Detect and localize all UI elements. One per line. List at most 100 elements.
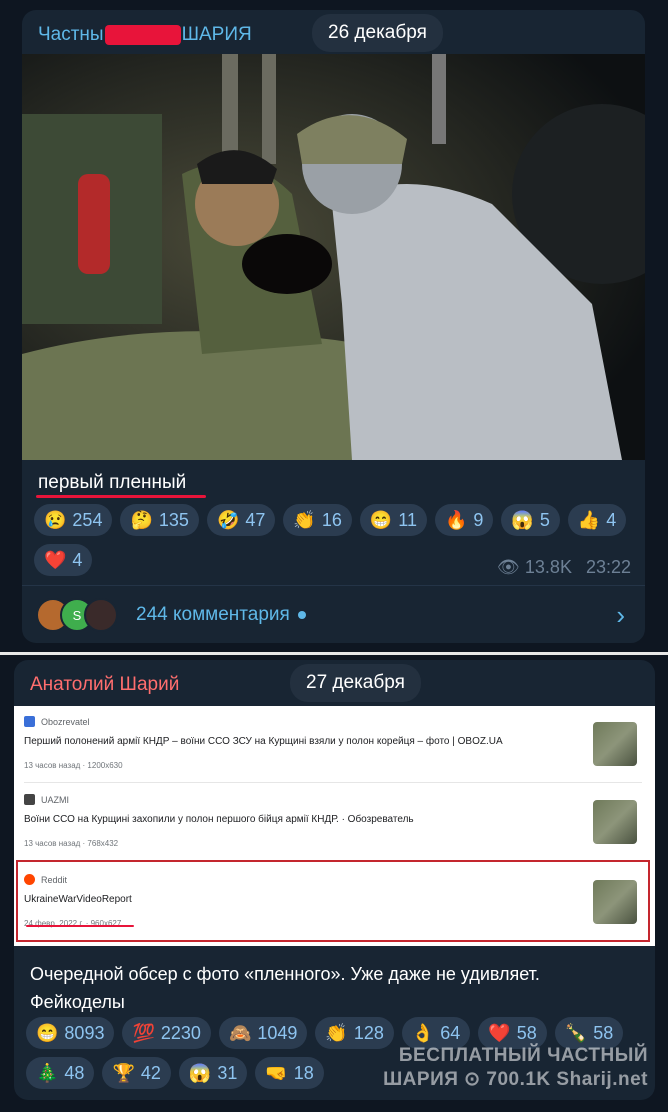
reaction-count: 1049 <box>257 1022 298 1043</box>
watermark: БЕСПЛАТНЫЙ ЧАСТНЫЙ ШАРИЯ ⊙ 700.1K Sharij… <box>383 1044 648 1092</box>
result-title: UkraineWarVideoReport <box>24 894 132 905</box>
comments-count: 244 комментария <box>136 604 290 625</box>
date-badge: 26 декабря <box>312 14 443 52</box>
post-time: 23:22 <box>585 557 631 577</box>
author-name-part: Частны <box>38 24 104 45</box>
reaction-emoji-icon: 🤔 <box>130 509 153 530</box>
reaction-emoji-icon: 👏 <box>325 1022 348 1043</box>
post-caption: Очередной обсер с фото «пленного». Уже д… <box>30 964 540 1012</box>
views-counter: 👁 13.8K <box>497 557 572 578</box>
reaction-count: 58 <box>593 1022 614 1043</box>
caption-underline <box>36 495 206 498</box>
reaction-chip[interactable]: 🔥 9 <box>434 504 494 536</box>
reaction-emoji-icon: 😁 <box>369 509 393 530</box>
reaction-emoji-icon: 🍾 <box>564 1022 588 1043</box>
views-count: 13.8K <box>524 557 572 577</box>
author-name-part: ШАРИЯ <box>181 24 252 45</box>
reaction-emoji-icon: 🔥 <box>444 509 468 530</box>
channel-name[interactable]: Частны ШАРИЯ <box>38 24 252 46</box>
reaction-emoji-icon: 😱 <box>188 1062 212 1083</box>
search-results-screenshot[interactable]: Obozrevatel Перший полонений армії КНДР … <box>14 706 655 946</box>
reaction-emoji-icon: 💯 <box>132 1022 155 1043</box>
comments-button[interactable]: S 244 комментария › <box>22 585 645 643</box>
unread-dot <box>297 610 306 619</box>
comments-link[interactable]: 244 комментария <box>136 604 306 626</box>
avatar <box>84 598 118 632</box>
reaction-chip[interactable]: 👏 16 <box>283 504 352 536</box>
reaction-chip[interactable]: 😁 8093 <box>26 1017 115 1049</box>
avatar-letter: S <box>72 607 82 623</box>
reaction-chip[interactable]: 😱 31 <box>178 1057 248 1089</box>
result-source: UAZMI <box>41 794 69 805</box>
reaction-chip[interactable]: 😢 254 <box>34 504 113 536</box>
reaction-count: 128 <box>353 1022 384 1043</box>
reaction-count: 9 <box>473 509 484 530</box>
chevron-right-icon[interactable]: › <box>616 600 625 631</box>
reaction-emoji-icon: 🤣 <box>216 509 240 530</box>
search-result: Obozrevatel Перший полонений армії КНДР … <box>24 716 624 770</box>
result-thumbnail <box>593 880 637 924</box>
reddit-icon <box>24 874 35 885</box>
reaction-count: 2230 <box>160 1022 201 1043</box>
reaction-chip[interactable]: 🤜 18 <box>255 1057 324 1089</box>
reaction-count: 64 <box>440 1022 461 1043</box>
reaction-emoji-icon: 👏 <box>293 509 316 530</box>
reaction-emoji-icon: 👍 <box>577 509 601 530</box>
reaction-chip[interactable]: 👍 4 <box>567 504 627 536</box>
reaction-count: 135 <box>158 509 189 530</box>
redaction-bar <box>104 24 181 45</box>
post-caption: первый пленный <box>38 472 187 493</box>
reaction-emoji-icon: 🏆 <box>112 1062 135 1083</box>
reaction-chip[interactable]: 👏 128 <box>315 1017 394 1049</box>
reaction-count: 5 <box>539 509 550 530</box>
result-title: Воїни ССО на Курщині захопили у полон пе… <box>24 814 414 825</box>
commenter-avatars: S <box>36 598 118 632</box>
search-result: UAZMI Воїни ССО на Курщині захопили у по… <box>24 794 624 848</box>
reaction-count: 254 <box>72 509 103 530</box>
reaction-count: 18 <box>293 1062 314 1083</box>
message-bubble-1[interactable]: Частны ШАРИЯ 26 декабря первый пленный 😢… <box>22 10 645 643</box>
result-meta: 13 часов назад · 1200x630 <box>24 761 123 770</box>
reaction-chip[interactable]: 🤣 47 <box>206 504 276 536</box>
reaction-count: 48 <box>64 1062 85 1083</box>
date-badge: 27 декабря <box>290 664 421 702</box>
reaction-emoji-icon: ❤️ <box>44 549 67 570</box>
reaction-count: 58 <box>516 1022 537 1043</box>
result-source: Reddit <box>41 874 68 885</box>
date-underline <box>26 925 134 927</box>
result-separator <box>24 782 642 783</box>
reaction-emoji-icon: ❤️ <box>488 1022 511 1043</box>
reaction-chip[interactable]: 🙈 1049 <box>218 1017 308 1049</box>
reaction-emoji-icon: 👌 <box>411 1022 435 1043</box>
separator <box>0 652 668 655</box>
reaction-chip[interactable]: 😱 5 <box>501 504 560 536</box>
reaction-emoji-icon: 😁 <box>36 1022 59 1043</box>
reaction-chip[interactable]: ❤️ 4 <box>34 544 93 576</box>
result-source: Obozrevatel <box>41 716 90 727</box>
reaction-count: 31 <box>217 1062 238 1083</box>
watermark-line: ШАРИЯ ⊙ 700.1K Sharij.net <box>383 1069 648 1090</box>
reaction-chip[interactable]: 🏆 42 <box>102 1057 171 1089</box>
result-meta: 13 часов назад · 768x432 <box>24 839 119 848</box>
reaction-count: 16 <box>321 509 342 530</box>
reaction-count: 42 <box>140 1062 161 1083</box>
reaction-chip[interactable]: 💯 2230 <box>122 1017 211 1049</box>
channel-name[interactable]: Анатолий Шарий <box>30 674 179 696</box>
site-favicon-icon <box>24 794 35 805</box>
captive-photo[interactable] <box>22 54 645 460</box>
reaction-count: 8093 <box>64 1022 105 1043</box>
reaction-count: 11 <box>398 509 417 530</box>
reaction-chip[interactable]: 🤔 135 <box>120 504 199 536</box>
reaction-chip[interactable]: 😁 11 <box>359 504 427 536</box>
result-thumbnail <box>593 800 637 844</box>
search-result: Reddit UkraineWarVideoReport 24 февр. 20… <box>24 874 624 928</box>
reaction-emoji-icon: 🎄 <box>36 1062 59 1083</box>
reaction-emoji-icon: 🤜 <box>265 1062 288 1083</box>
reaction-emoji-icon: 🙈 <box>228 1022 252 1043</box>
site-favicon-icon <box>24 716 35 727</box>
reaction-count: 47 <box>245 509 266 530</box>
message-bubble-2[interactable]: Анатолий Шарий 27 декабря Obozrevatel Пе… <box>14 660 655 1100</box>
reaction-emoji-icon: 😢 <box>44 509 67 530</box>
watermark-line: БЕСПЛАТНЫЙ ЧАСТНЫЙ <box>398 1045 648 1066</box>
reaction-chip[interactable]: 🎄 48 <box>26 1057 95 1089</box>
